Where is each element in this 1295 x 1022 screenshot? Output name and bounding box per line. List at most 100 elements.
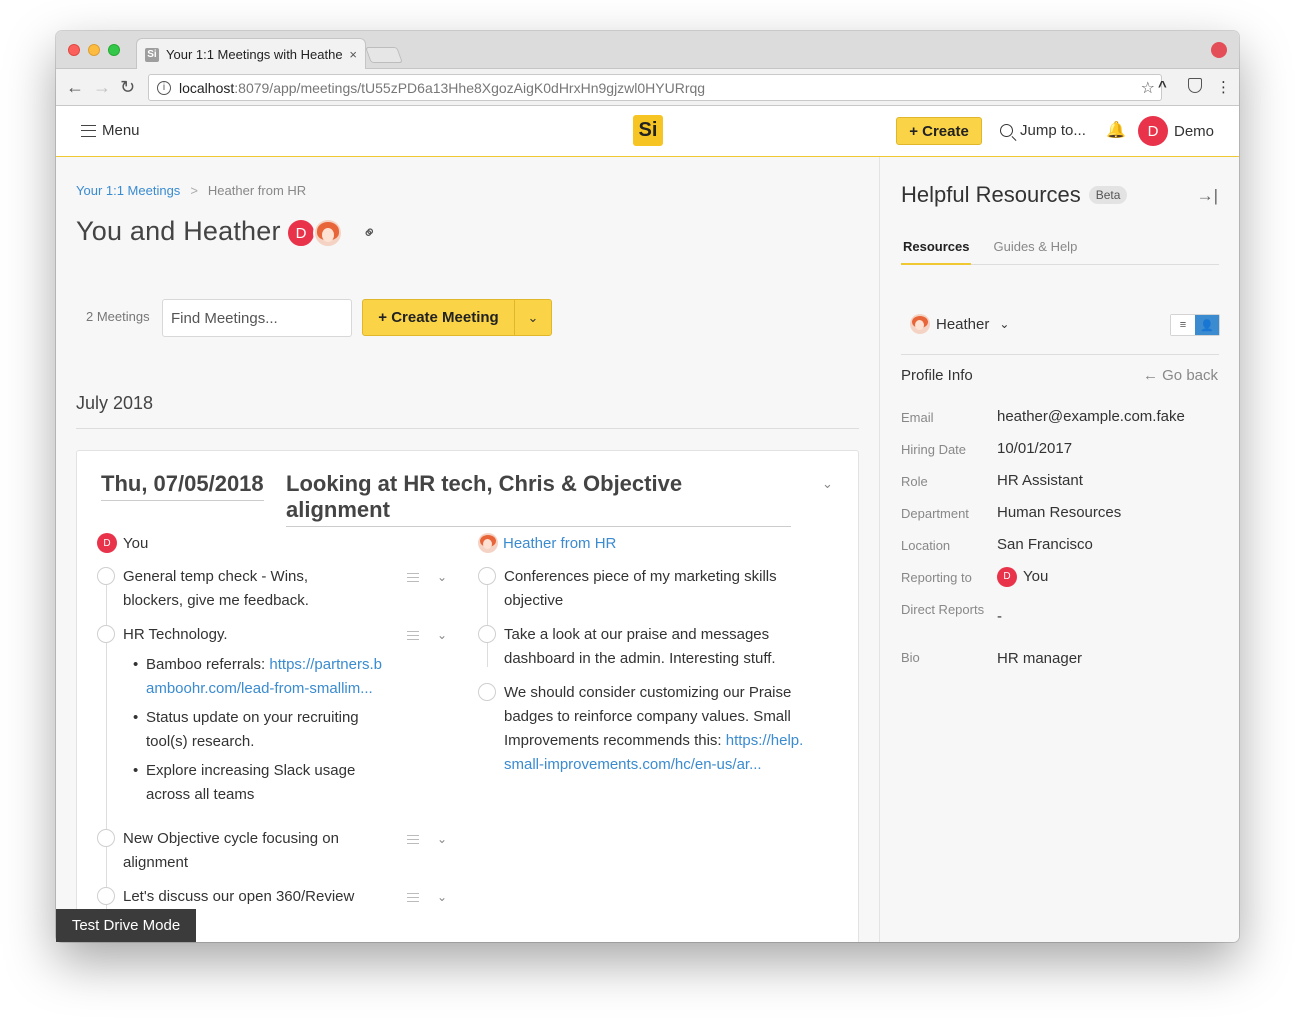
profile-field-reporting-to: Reporting to D You [901,567,1219,599]
window-close-button[interactable] [68,44,80,56]
month-heading: July 2018 [76,393,154,413]
agenda-item: Take a look at our praise and messages d… [478,623,818,671]
go-back-link[interactable]: ← Go back [1143,367,1218,384]
create-meeting-button[interactable]: + Create Meeting [363,300,515,335]
agenda-item: New Objective cycle focusing on alignmen… [97,827,447,875]
tab-title: Your 1:1 Meetings with Heathe [166,47,343,62]
agenda-item-tools: ⌄ [406,623,447,647]
chevron-down-icon[interactable]: ⌄ [437,885,447,909]
checkbox-circle[interactable] [478,625,496,643]
profile-field-email: Email heather@example.com.fake [901,407,1219,439]
heather-avatar [478,533,498,553]
chevron-down-icon[interactable]: ⌄ [822,476,833,492]
chevron-down-icon: ⌄ [999,317,1010,331]
page-title: You and Heather [76,216,281,246]
chevron-down-icon[interactable]: ⌄ [437,827,447,851]
agenda-item: General temp check - Wins, blockers, giv… [97,565,447,613]
menu-label: Menu [102,122,140,139]
field-label: Bio [901,650,920,665]
drag-handle-icon[interactable] [406,893,419,902]
breadcrumb: Your 1:1 Meetings > Heather from HR [76,183,306,198]
profile-field-location: Location San Francisco [901,535,1219,567]
drag-handle-icon[interactable] [406,573,419,582]
field-value: - [997,608,1002,625]
checkbox-circle[interactable] [97,625,115,643]
agenda-item-tools: ⌄ [406,885,447,909]
drag-handle-icon[interactable] [406,631,419,640]
jump-to-label: Jump to... [1020,122,1086,139]
profile-extension-icon[interactable] [1211,42,1227,58]
heather-profile-link[interactable]: Heather from HR [503,535,616,552]
bullet-item: Explore increasing Slack usage across al… [123,759,387,807]
profile-info-heading: Profile Info [901,367,973,384]
info-icon[interactable]: i [157,80,171,95]
field-value: Human Resources [997,504,1122,521]
drag-handle-icon[interactable] [406,835,419,844]
agenda-column-heather: Heather from HR Conferences piece of my … [478,533,818,787]
search-icon [1000,124,1013,137]
tab-guides-help[interactable]: Guides & Help [993,237,1077,265]
agenda-item-text: Conferences piece of my marketing skills… [504,568,777,609]
checkbox-circle[interactable] [478,683,496,701]
caret-up-icon[interactable]: ^ [1158,78,1167,95]
profile-fields: Email heather@example.com.fake Hiring Da… [901,407,1219,679]
notification-bell-icon[interactable]: 🔔 [1106,120,1126,140]
meeting-card: Thu, 07/05/2018 Looking at HR tech, Chri… [76,450,859,942]
agenda-item: Conferences piece of my marketing skills… [478,565,818,613]
person-view-icon[interactable]: 👤 [1195,315,1219,335]
breadcrumb-parent-link[interactable]: Your 1:1 Meetings [76,183,180,198]
list-view-icon[interactable]: ≡ [1171,315,1195,335]
url-text: localhost:8079/app/meetings/tU55zPD6a13H… [179,80,705,96]
participant-avatars: D [286,218,343,248]
resources-sidebar: Helpful Resources Beta →| Resources Guid… [879,157,1239,942]
manager-link[interactable]: You [1023,567,1048,587]
app-logo[interactable]: Si [633,115,663,146]
tab-resources[interactable]: Resources [901,237,972,265]
agenda-item-text: We should consider customizing our Prais… [504,681,818,777]
create-button[interactable]: + Create [896,117,982,145]
column-owner: Heather from HR [478,533,818,553]
user-menu[interactable]: D Demo [1138,116,1214,146]
agenda-item: HR Technology. ⌄ Bamboo referrals: https… [97,623,447,807]
checkbox-circle[interactable] [97,887,115,905]
window-minimize-button[interactable] [88,44,100,56]
link-icon[interactable]: ⚭ [358,221,382,245]
meeting-topic[interactable]: Looking at HR tech, Chris & Objective al… [286,471,791,527]
shield-extension-icon[interactable] [1188,78,1202,93]
field-label: Hiring Date [901,442,967,457]
url-path: :8079/app/meetings/tU55zPD6a13Hhe8XgozAi… [234,79,706,96]
url-input[interactable]: i localhost:8079/app/meetings/tU55zPD6a1… [148,74,1162,101]
checkbox-circle[interactable] [97,567,115,585]
window-zoom-button[interactable] [108,44,120,56]
field-value: heather@example.com.fake [997,408,1185,425]
forward-icon[interactable]: → [93,77,111,98]
field-label: Department [901,506,969,521]
find-meetings-input[interactable] [162,299,352,337]
person-select[interactable]: Heather ⌄ [910,314,1009,334]
reload-icon[interactable]: ↻ [120,77,135,98]
chevron-down-icon[interactable]: ⌄ [437,565,447,589]
checkbox-circle[interactable] [97,829,115,847]
agenda-item-tools: ⌄ [406,827,447,851]
chevron-down-icon[interactable]: ⌄ [437,623,447,647]
sidebar-title-text: Helpful Resources [901,182,1081,207]
tab-close-icon[interactable]: × [349,47,357,62]
bullet-item: Bamboo referrals: https://partners.bambo… [123,653,387,701]
new-tab-button[interactable] [365,47,403,63]
browser-tab[interactable]: Si Your 1:1 Meetings with Heathe × [136,38,366,70]
bullet-text: Bamboo referrals: [146,656,270,673]
divider [901,354,1219,355]
back-icon[interactable]: ← [66,77,84,98]
profile-field-bio: Bio HR manager [901,647,1219,679]
field-value: D You [997,567,1219,587]
jump-to-button[interactable]: Jump to... [1000,122,1086,139]
meeting-date[interactable]: Thu, 07/05/2018 [101,471,264,501]
profile-field-role: Role HR Assistant [901,471,1219,503]
checkbox-circle[interactable] [478,567,496,585]
agenda-list: Conferences piece of my marketing skills… [478,565,818,777]
browser-menu-icon[interactable]: ⋮ [1216,78,1231,96]
menu-button[interactable]: Menu [81,122,140,139]
chevron-down-icon[interactable]: ⌄ [515,300,551,335]
collapse-sidebar-icon[interactable]: →| [1197,186,1218,206]
bookmark-star-icon[interactable]: ☆ [1141,78,1155,98]
